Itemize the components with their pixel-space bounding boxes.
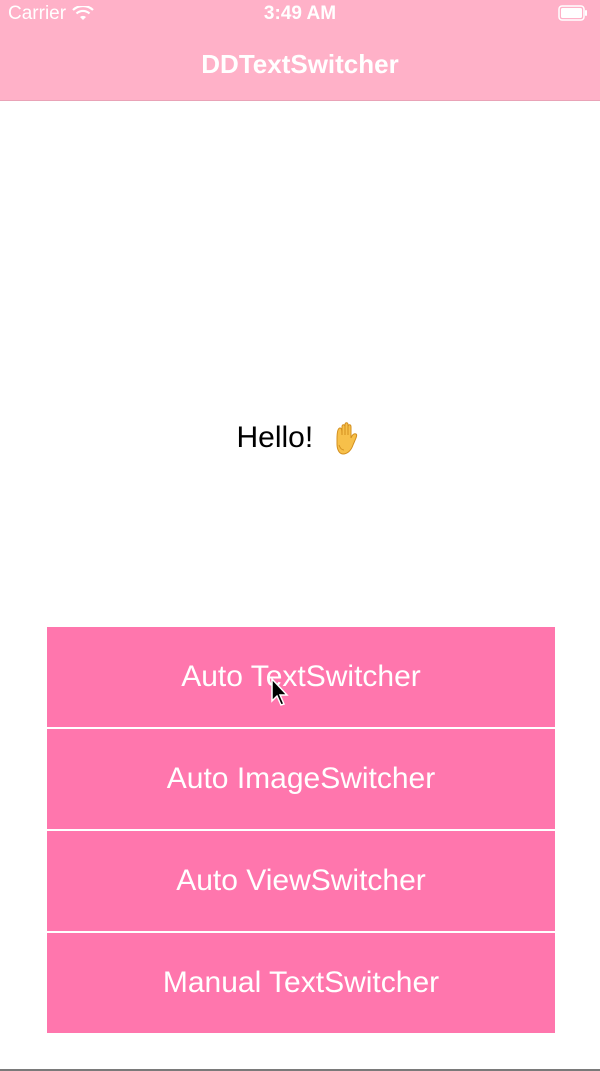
main-content: Hello! Auto TextSwitcher Auto ImageSwitc… [0, 101, 600, 1069]
auto-image-switcher-button[interactable]: Auto ImageSwitcher [47, 729, 555, 829]
navigation-bar: DDTextSwitcher [0, 28, 600, 101]
switcher-button-list: Auto TextSwitcher Auto ImageSwitcher Aut… [47, 627, 555, 1035]
auto-view-switcher-button[interactable]: Auto ViewSwitcher [47, 831, 555, 931]
switcher-text: Hello! [236, 421, 314, 454]
raised-hand-icon [336, 422, 357, 455]
switcher-display: Hello! [0, 421, 600, 457]
auto-text-switcher-button[interactable]: Auto TextSwitcher [47, 627, 555, 727]
button-label: Manual TextSwitcher [162, 966, 440, 999]
button-label: Auto ImageSwitcher [166, 762, 436, 795]
status-time: 3:49 AM [263, 3, 337, 24]
status-bar: Carrier 3:49 AM [0, 0, 600, 28]
battery-icon [558, 5, 587, 21]
manual-text-switcher-button[interactable]: Manual TextSwitcher [47, 933, 555, 1033]
mouse-cursor-icon [271, 677, 289, 706]
nav-title: DDTextSwitcher [201, 48, 399, 79]
button-label: Auto ViewSwitcher [176, 864, 426, 897]
button-label: Auto TextSwitcher [181, 660, 421, 693]
